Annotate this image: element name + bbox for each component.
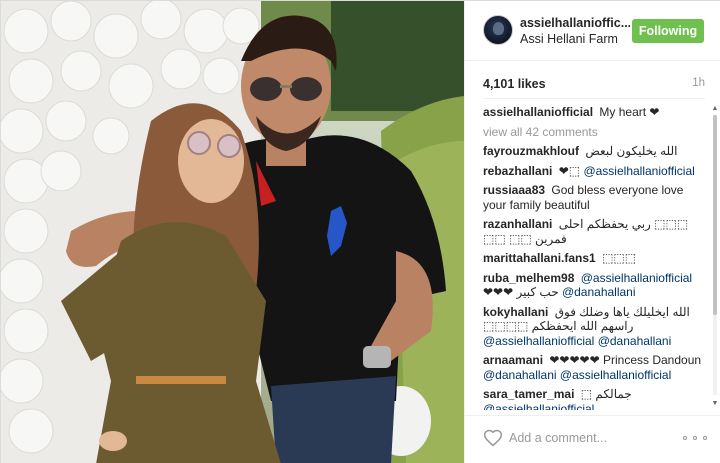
comment-item: ruba_melhem98 @assielhallaniofficial حب …: [483, 271, 705, 300]
comments-scrollbar[interactable]: ▲ ▼: [711, 105, 719, 408]
comment-mention[interactable]: @danahallani @assielhallaniofficial: [483, 368, 671, 382]
comment-text: الله يخليكون لبعض: [585, 144, 678, 158]
scroll-thumb[interactable]: [713, 115, 717, 315]
comment-username[interactable]: ruba_melhem98: [483, 271, 574, 285]
post-caption: assielhallaniofficial My heart ❤: [483, 105, 705, 120]
instagram-post-window: assielhallanioffic... Assi Hellani Farm …: [0, 0, 720, 463]
likes-count[interactable]: 4,101 likes: [483, 77, 546, 91]
comment-mention[interactable]: @danahallani: [562, 285, 636, 299]
comment-username[interactable]: arnaamani: [483, 353, 543, 367]
comment-mention[interactable]: @assielhallaniofficial: [581, 271, 692, 285]
photo-illustration: [1, 1, 464, 463]
comment-text: ❤❤❤❤❤ Princess Dandoun: [549, 353, 702, 367]
comment-username[interactable]: russiaaa83: [483, 183, 545, 197]
dot: [693, 436, 697, 440]
scroll-up-arrow-icon[interactable]: ▲: [711, 105, 719, 113]
following-button[interactable]: Following: [632, 19, 704, 43]
comments-list[interactable]: assielhallaniofficial My heart ❤ view al…: [483, 105, 705, 410]
dot: [703, 436, 707, 440]
comment-text: ⬚⬚⬚: [602, 251, 637, 265]
comment-item: sara_tamer_mai جمالكم ⬚ @assielhallaniof…: [483, 387, 705, 410]
likes-row: 4,101 likes 1h: [483, 77, 705, 93]
heart-icon[interactable]: [483, 428, 503, 448]
scroll-track[interactable]: [713, 115, 717, 395]
comment-item: arnaamani ❤❤❤❤❤ Princess Dandoun @danaha…: [483, 353, 705, 382]
comment-text: حب كبير ❤❤❤: [483, 285, 559, 299]
dot: [683, 436, 687, 440]
comment-username[interactable]: sara_tamer_mai: [483, 387, 574, 401]
comment-item: rebazhallani ❤⬚ @assielhallaniofficial: [483, 164, 705, 179]
comment-text: ❤⬚: [558, 163, 581, 178]
divider: [483, 98, 705, 99]
caption-username[interactable]: assielhallaniofficial: [483, 105, 593, 119]
comment-mention[interactable]: @assielhallaniofficial: [583, 164, 694, 178]
comment-item: razanhallani ⬚⬚⬚ ربي يحفظكم احلى فمرين ⬚…: [483, 217, 705, 246]
comment-text: جمالكم ⬚: [580, 387, 632, 401]
comment-item: russiaaa83 God bless everyone love your …: [483, 183, 705, 212]
comment-mention[interactable]: @assielhallaniofficial: [483, 334, 594, 348]
scroll-down-arrow-icon[interactable]: ▼: [711, 400, 719, 408]
comment-username[interactable]: razanhallani: [483, 217, 552, 231]
comment-username[interactable]: rebazhallani: [483, 164, 552, 178]
add-comment-input[interactable]: [509, 427, 669, 449]
comment-username[interactable]: marittahallani.fans1: [483, 251, 596, 265]
post-footer: [465, 415, 720, 463]
comment-username[interactable]: fayrouzmakhlouf: [483, 144, 579, 158]
comment-item: kokyhallani الله ايخليلك ياها وضلك فوق ر…: [483, 305, 705, 349]
caption-text: My heart ❤: [599, 105, 660, 119]
comment-mention[interactable]: @danahallani: [598, 334, 672, 348]
comment-item: marittahallani.fans1 ⬚⬚⬚: [483, 251, 705, 266]
view-all-comments-link[interactable]: view all 42 comments: [483, 125, 705, 140]
comment-username[interactable]: kokyhallani: [483, 305, 548, 319]
avatar[interactable]: [483, 15, 513, 45]
post-sidebar: assielhallanioffic... Assi Hellani Farm …: [464, 1, 720, 463]
post-username[interactable]: assielhallanioffic...: [520, 16, 630, 30]
comment-mention[interactable]: @assielhallaniofficial: [483, 402, 594, 411]
more-options-icon[interactable]: [683, 429, 707, 447]
post-photo[interactable]: [1, 1, 464, 463]
post-time[interactable]: 1h: [692, 77, 705, 89]
post-header: assielhallanioffic... Assi Hellani Farm …: [465, 1, 720, 61]
post-location[interactable]: Assi Hellani Farm: [520, 32, 618, 46]
comment-item: fayrouzmakhlouf الله يخليكون لبعض: [483, 144, 705, 159]
